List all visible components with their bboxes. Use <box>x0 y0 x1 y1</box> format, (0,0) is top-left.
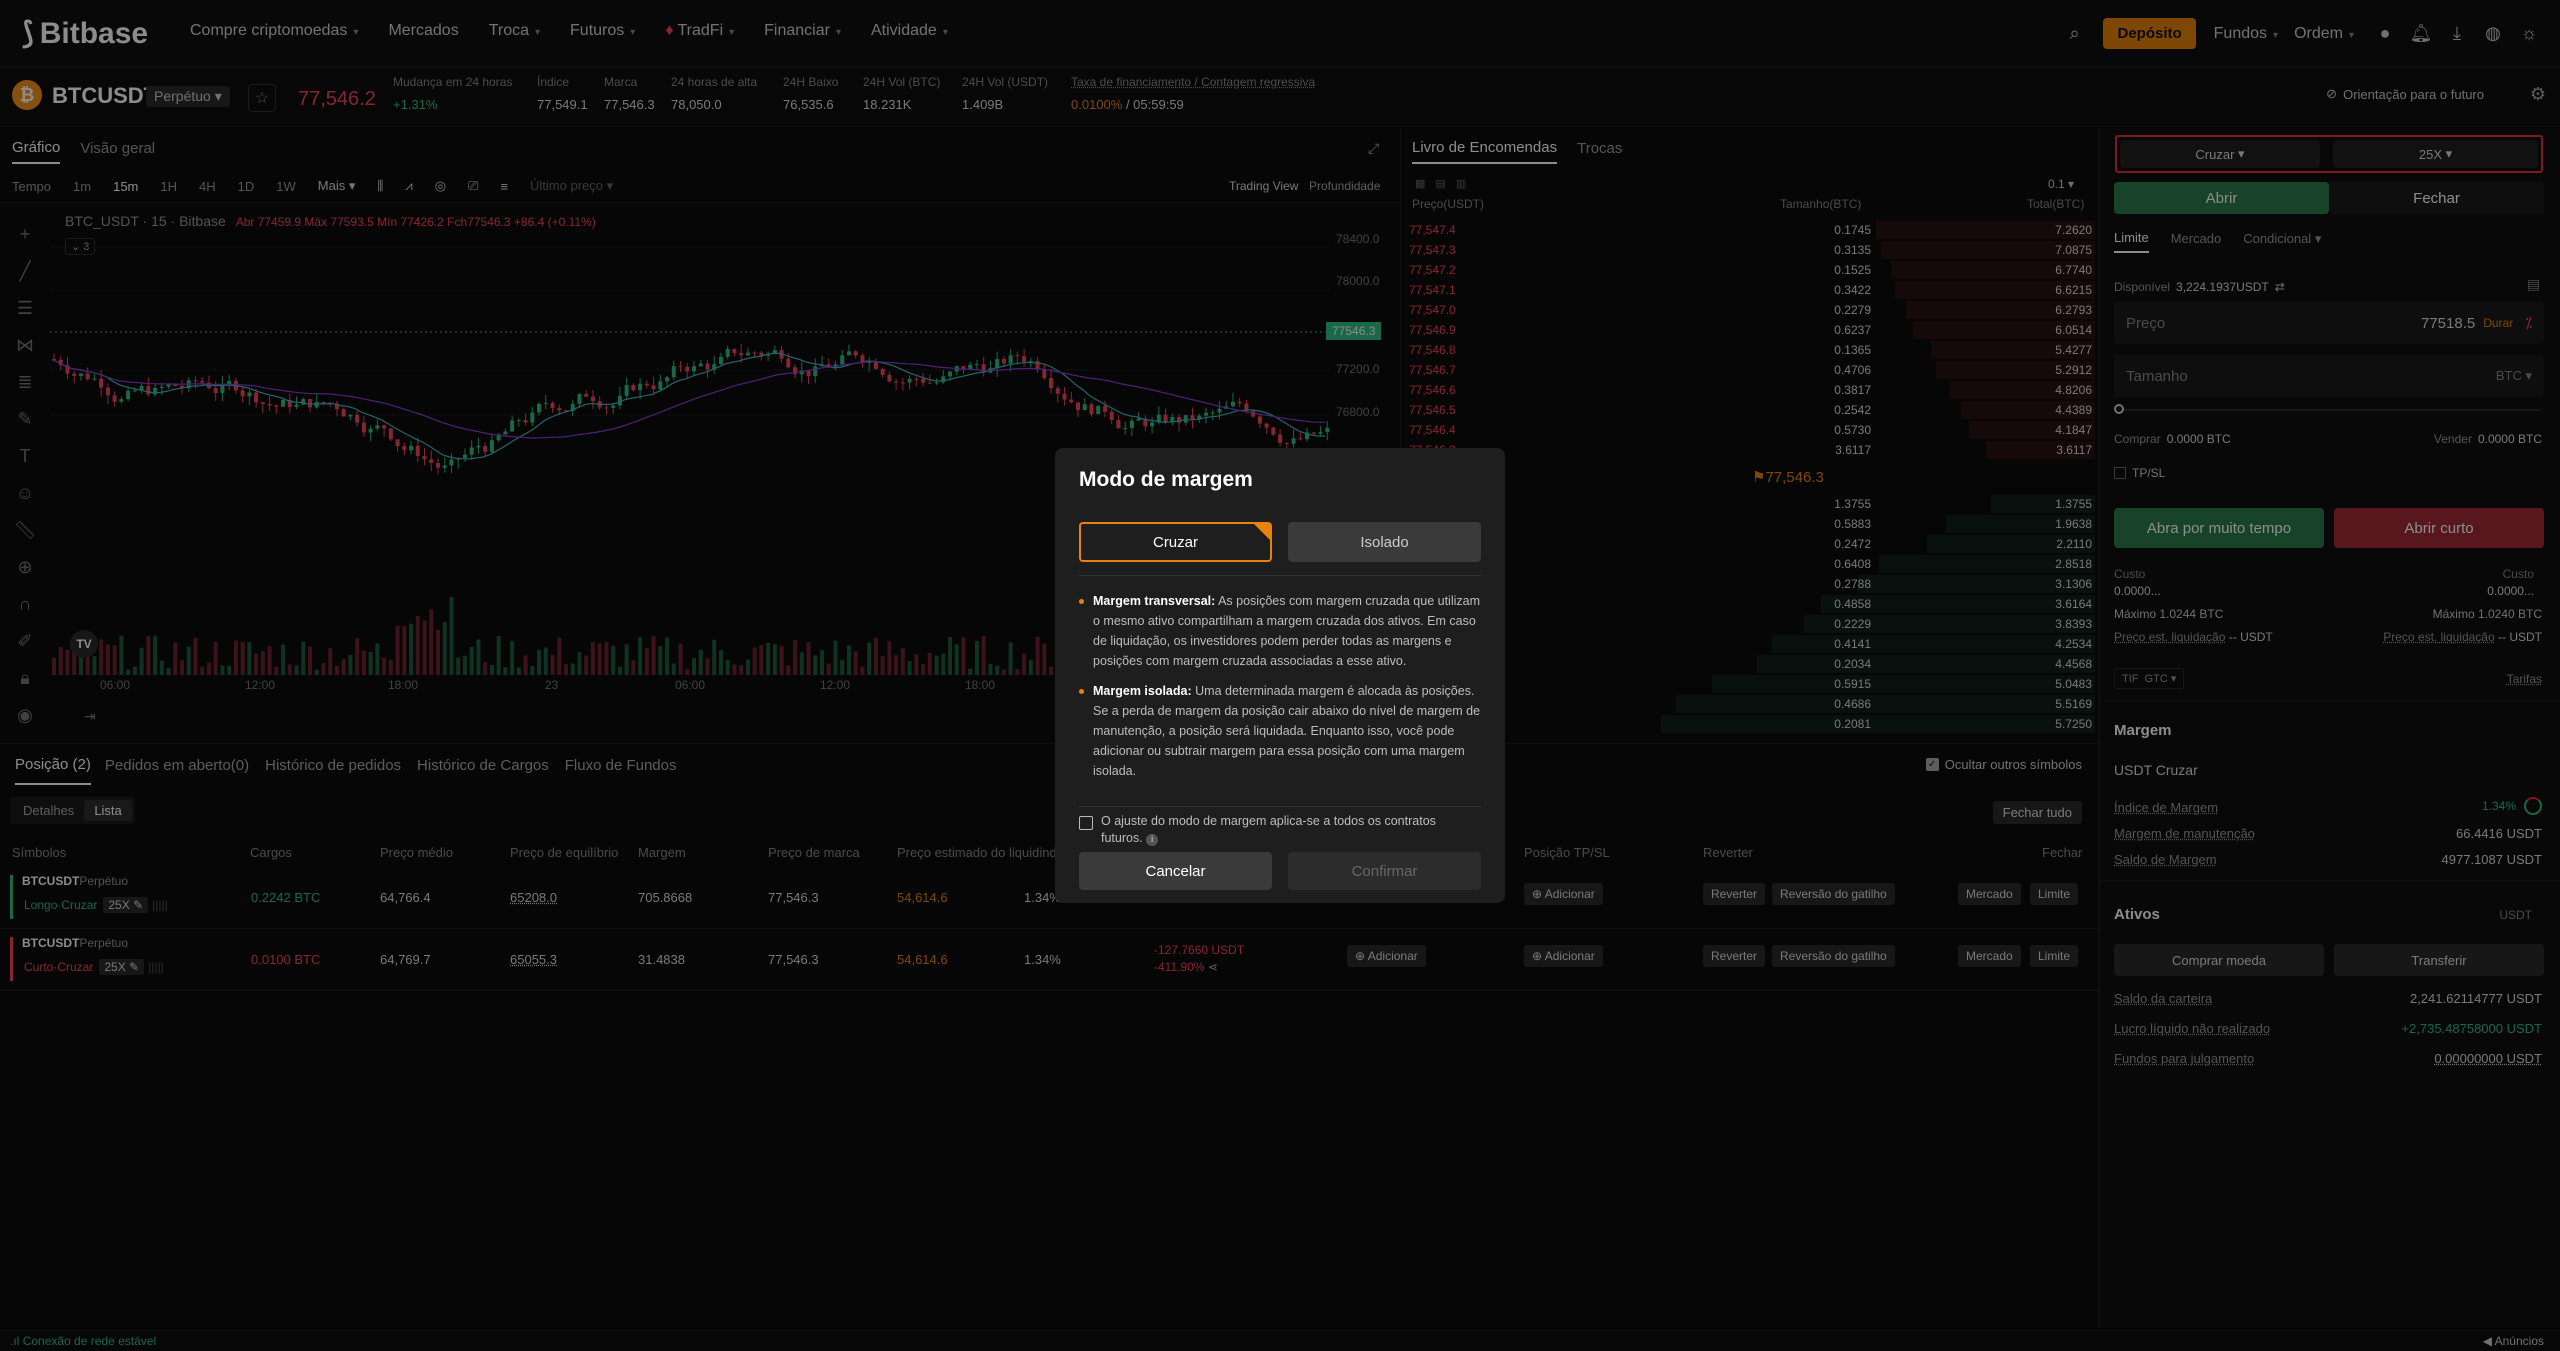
isolated-description: Margem isolada: Uma determinada margem é… <box>1079 681 1481 781</box>
margin-mode-modal: Modo de margem Cruzar Isolado Margem tra… <box>1055 448 1505 903</box>
apply-all-checkbox[interactable]: O ajuste do modo de margem aplica-se a t… <box>1079 813 1481 847</box>
modal-title: Modo de margem <box>1079 468 1253 491</box>
info-icon: i <box>1146 833 1159 846</box>
cancel-button[interactable]: Cancelar <box>1079 852 1272 890</box>
cross-description: Margem transversal: As posições com marg… <box>1079 591 1481 671</box>
divider <box>1079 806 1481 807</box>
confirm-button[interactable]: Confirmar <box>1288 852 1481 890</box>
checkbox-box <box>1079 816 1093 830</box>
divider <box>1079 575 1481 576</box>
option-isolated[interactable]: Isolado <box>1288 522 1481 562</box>
option-cross[interactable]: Cruzar <box>1079 522 1272 562</box>
selected-corner-icon <box>1254 524 1270 540</box>
